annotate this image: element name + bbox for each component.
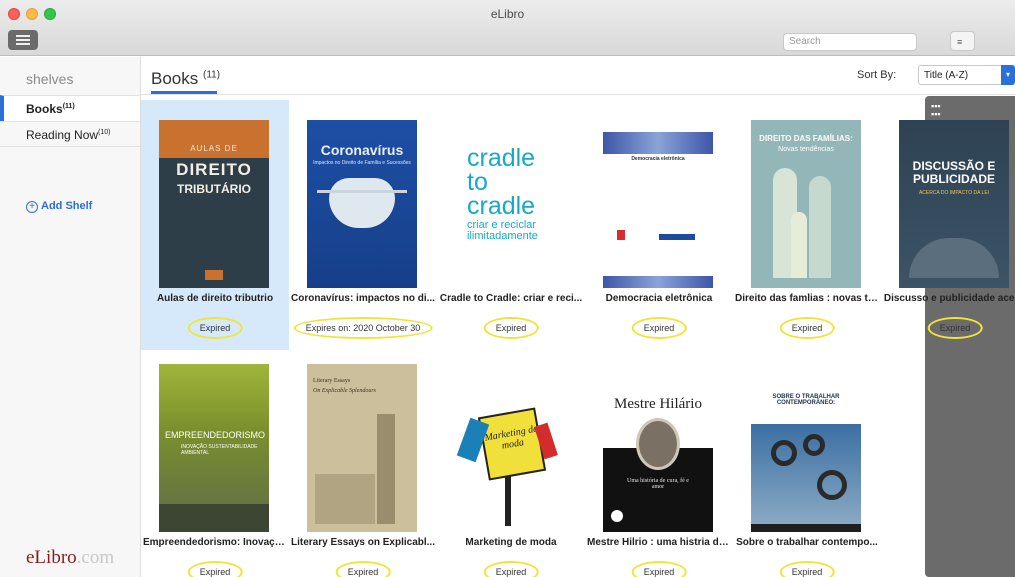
book-card[interactable]: AULAS DE DIREITO TRIBUTÁRIO Aulas de dir…	[141, 100, 289, 350]
cover-text: Literary Essays	[313, 378, 351, 384]
page-title-count: (11)	[202, 69, 221, 81]
main-header: Books (11) Sort By: Title (A-Z) ▾	[141, 57, 1015, 95]
sort-select[interactable]: Title (A-Z) ▾	[918, 65, 1015, 85]
cover-text: criar e reciclar ilimitadamente	[467, 219, 538, 242]
book-card[interactable]: Democracia eletrônica Democracia eletrôn…	[585, 100, 733, 350]
menu-icon-line	[16, 39, 30, 41]
book-cover: cradle to cradle criar e reciclar ilimit…	[455, 120, 565, 288]
book-title: Cradle to Cradle: criar e reci...	[439, 293, 583, 304]
cover-text: DIREITO DAS FAMÍLIAS:	[759, 134, 853, 143]
book-cover: SOBRE O TRABALHAR CONTEMPORÂNEO:	[751, 364, 861, 532]
book-card[interactable]: Mestre Hilário Uma história de cura, fé …	[585, 344, 733, 577]
window-title: eLibro	[490, 7, 525, 21]
book-cover: EMPREENDEDORISMO INOVAÇÃO SUSTENTABILIDA…	[159, 364, 269, 532]
book-title: Coronavírus: impactos no di...	[291, 293, 435, 304]
book-card[interactable]: SOBRE O TRABALHAR CONTEMPORÂNEO: Sobre o…	[733, 344, 881, 577]
hamburger-menu-button[interactable]	[8, 30, 38, 50]
chevron-down-icon: ▾	[1001, 65, 1015, 85]
book-card[interactable]: Coronavírus Impactos no Direito de Famíl…	[289, 100, 437, 350]
status-badge: Expired	[335, 561, 391, 577]
logo-main-text: eLibro	[26, 547, 77, 568]
cover-text: Uma história de cura, fé e amor	[627, 478, 689, 490]
book-title: Aulas de direito tributrio	[156, 293, 274, 304]
status-badge: Expired	[483, 561, 539, 577]
book-card[interactable]: DIREITO DAS FAMÍLIAS: Novas tendências D…	[733, 100, 881, 350]
book-cover: Marketing de moda	[455, 364, 565, 532]
cover-text: Novas tendências	[778, 146, 834, 153]
sidebar-item-count: (11)	[62, 103, 75, 110]
add-shelf-button[interactable]: + Add Shelf	[26, 200, 92, 213]
book-title: Direito das famlias : novas te...	[735, 293, 881, 304]
page-title-text: Books	[151, 69, 199, 88]
sidebar: shelves Books(11) Reading Now(10) + Add S…	[0, 57, 141, 577]
title-bar: eLibro Search ▪▪▪ ▪▪▪ ≡	[0, 0, 1015, 577]
cover-text: Mestre Hilário	[614, 396, 702, 412]
sidebar-item-books[interactable]: Books(11)	[0, 95, 140, 121]
cover-text: DIREITO	[176, 160, 252, 179]
book-cover: Literary Essays On Explicable Splendours	[307, 364, 417, 532]
status-badge: Expired	[779, 561, 835, 577]
search-input[interactable]: Search	[783, 33, 917, 51]
status-badge: Expired	[631, 561, 687, 577]
book-title: Discusso e publicidade acer...	[883, 293, 1015, 304]
cover-text: Impactos no Direito de Família e Sucessõ…	[313, 160, 411, 166]
cover-text: AULAS DE	[190, 144, 238, 153]
logo-suffix-text: .com	[76, 547, 115, 568]
cover-text: Coronavírus	[320, 142, 404, 158]
status-badge: Expired	[483, 317, 539, 339]
book-cover: AULAS DE DIREITO TRIBUTÁRIO	[159, 120, 269, 288]
book-title: Democracia eletrônica	[605, 293, 713, 304]
cover-text: Democracia eletrônica	[631, 156, 685, 162]
cover-text: DISCUSSÃO E PUBLICIDADE	[912, 159, 996, 186]
shelves-heading: shelves	[26, 71, 74, 87]
elibro-logo: eLibro.com	[26, 547, 114, 569]
sort-label: Sort By:	[857, 69, 897, 81]
status-badge: Expires on: 2020 October 30	[293, 317, 433, 339]
app-window: eLibro Search ▪▪▪ ▪▪▪ ≡ shelves Books(11)…	[0, 0, 1015, 577]
sidebar-item-label: Reading Now	[26, 128, 99, 142]
book-card[interactable]: Literary Essays On Explicable Splendours…	[289, 344, 437, 577]
status-badge: Expired	[187, 561, 243, 577]
page-title: Books (11)	[151, 69, 220, 89]
add-shelf-label: Add Shelf	[41, 200, 93, 212]
sidebar-item-count: (10)	[98, 129, 111, 136]
book-card[interactable]: Marketing de moda Marketing de moda Expi…	[437, 344, 585, 577]
cover-text: INOVAÇÃO SUSTENTABILIDADE AMBIENTAL	[181, 444, 258, 456]
book-title: Mestre Hilrio : uma histria de...	[587, 537, 733, 548]
plus-circle-icon: +	[26, 201, 38, 213]
cover-text: cradle to cradle	[467, 144, 536, 220]
list-view-button[interactable]: ≡	[950, 31, 975, 51]
book-cover: DIREITO DAS FAMÍLIAS: Novas tendências	[751, 120, 861, 288]
active-tab-indicator	[151, 91, 217, 94]
book-title: Sobre o trabalhar contempo...	[736, 537, 878, 548]
book-card[interactable]: DISCUSSÃO E PUBLICIDADE ACERCA DO IMPACT…	[881, 100, 1015, 350]
sidebar-item-label: Books	[26, 102, 63, 116]
list-icon: ≡	[957, 37, 963, 47]
status-badge: Expired	[187, 317, 243, 339]
sidebar-item-reading-now[interactable]: Reading Now(10)	[0, 121, 140, 147]
book-title: Literary Essays on Explicabl...	[291, 537, 435, 548]
cover-text: TRIBUTÁRIO	[177, 182, 251, 196]
book-grid: AULAS DE DIREITO TRIBUTÁRIO Aulas de dir…	[141, 96, 1015, 577]
book-title: Marketing de moda	[465, 537, 557, 548]
status-badge: Expired	[927, 317, 983, 339]
book-card[interactable]: EMPREENDEDORISMO INOVAÇÃO SUSTENTABILIDA…	[141, 344, 289, 577]
book-title: Empreendedorismo: Inovaçã...	[143, 537, 289, 548]
book-cover: Democracia eletrônica	[603, 120, 713, 288]
cover-text: On Explicable Splendours	[313, 388, 376, 394]
cover-text: ACERCA DO IMPACTO DA LEI	[918, 190, 990, 196]
book-cover: Coronavírus Impactos no Direito de Famíl…	[307, 120, 417, 288]
book-cover: Mestre Hilário Uma história de cura, fé …	[603, 364, 713, 532]
cover-text: EMPREENDEDORISMO	[165, 430, 266, 440]
cover-text: SOBRE O TRABALHAR CONTEMPORÂNEO:	[772, 394, 840, 406]
book-card[interactable]: cradle to cradle criar e reciclar ilimit…	[437, 100, 585, 350]
status-badge: Expired	[631, 317, 687, 339]
menu-icon-line	[16, 43, 30, 45]
status-badge: Expired	[779, 317, 835, 339]
sort-select-value: Title (A-Z)	[924, 70, 969, 81]
book-cover: DISCUSSÃO E PUBLICIDADE ACERCA DO IMPACT…	[899, 120, 1009, 288]
menu-icon	[16, 35, 30, 37]
